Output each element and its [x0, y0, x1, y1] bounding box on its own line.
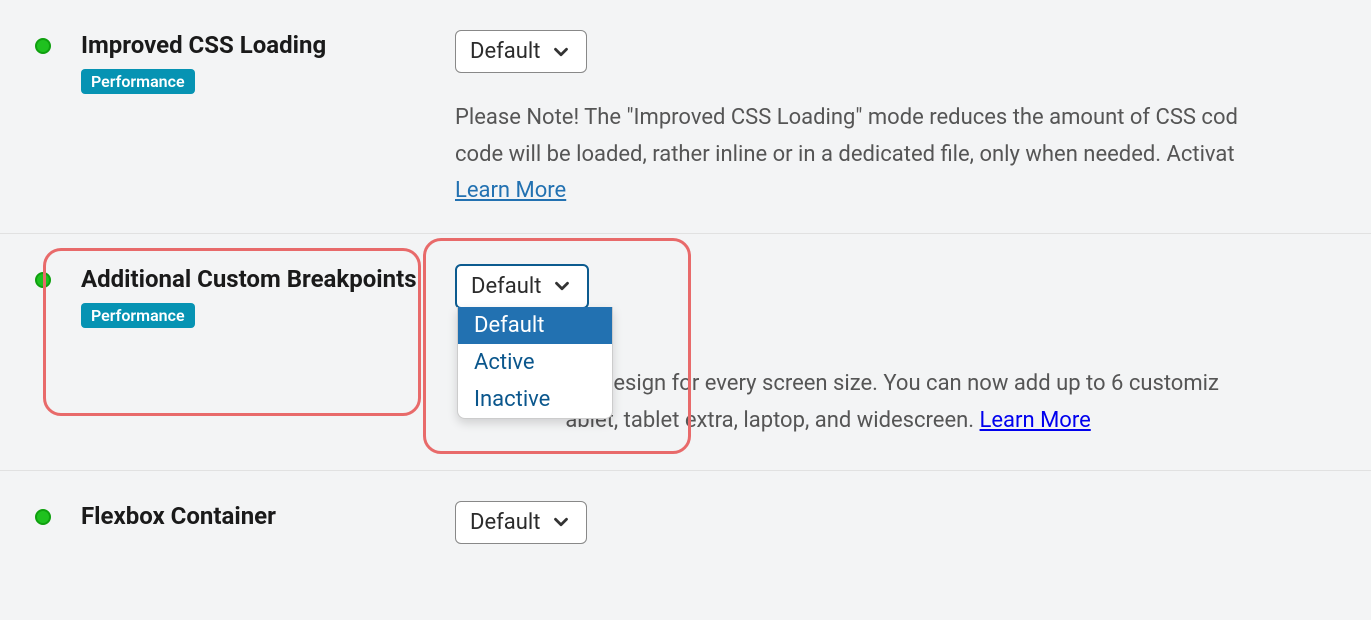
dropdown-option-inactive[interactable]: Inactive: [458, 381, 612, 418]
setting-control-col: Default Please Note! The "Improved CSS L…: [455, 30, 1371, 203]
desc-line1: ect design for every screen size. You ca…: [565, 371, 1219, 396]
setting-title: Flexbox Container: [81, 501, 455, 532]
setting-title: Improved CSS Loading: [81, 30, 455, 61]
select-value: Default: [470, 510, 540, 535]
setting-control-col: Default Default Active Inactive XXXXXXXX…: [455, 264, 1371, 440]
desc-line2: ablet, tablet extra, laptop, and widescr…: [565, 408, 979, 433]
status-dot-icon: [35, 509, 51, 525]
css-loading-select[interactable]: Default: [455, 30, 587, 73]
breakpoints-dropdown: Default Active Inactive: [457, 307, 613, 419]
chevron-down-icon: [550, 511, 572, 533]
chevron-down-icon: [551, 275, 573, 297]
learn-more-link[interactable]: Learn More: [455, 178, 566, 203]
select-value: Default: [471, 274, 541, 299]
setting-row-flexbox: Flexbox Container Default: [0, 471, 1371, 574]
setting-label-col: Additional Custom Breakpoints Performanc…: [35, 264, 455, 328]
select-value: Default: [470, 39, 540, 64]
label-block: Flexbox Container: [81, 501, 455, 540]
setting-title: Additional Custom Breakpoints: [81, 264, 455, 295]
setting-row-improved-css: Improved CSS Loading Performance Default…: [0, 0, 1371, 234]
status-dot-icon: [35, 38, 51, 54]
learn-more-line: Learn More: [455, 178, 1371, 203]
setting-control-col: Default: [455, 501, 1371, 544]
setting-label-col: Flexbox Container: [35, 501, 455, 540]
dropdown-option-default[interactable]: Default: [458, 307, 612, 344]
dropdown-option-active[interactable]: Active: [458, 344, 612, 381]
setting-description: Please Note! The "Improved CSS Loading" …: [455, 99, 1371, 174]
learn-more-link[interactable]: Learn More: [980, 408, 1091, 433]
performance-tag: Performance: [81, 303, 195, 328]
desc-line2: code will be loaded, rather inline or in…: [455, 142, 1235, 167]
desc-line1: Please Note! The "Improved CSS Loading" …: [455, 105, 1238, 130]
setting-row-breakpoints: Additional Custom Breakpoints Performanc…: [0, 234, 1371, 471]
label-block: Improved CSS Loading Performance: [81, 30, 455, 94]
breakpoints-select[interactable]: Default Default Active Inactive: [455, 264, 589, 309]
chevron-down-icon: [550, 41, 572, 63]
label-block: Additional Custom Breakpoints Performanc…: [81, 264, 455, 328]
status-dot-icon: [35, 272, 51, 288]
setting-label-col: Improved CSS Loading Performance: [35, 30, 455, 94]
flexbox-select[interactable]: Default: [455, 501, 587, 544]
performance-tag: Performance: [81, 69, 195, 94]
